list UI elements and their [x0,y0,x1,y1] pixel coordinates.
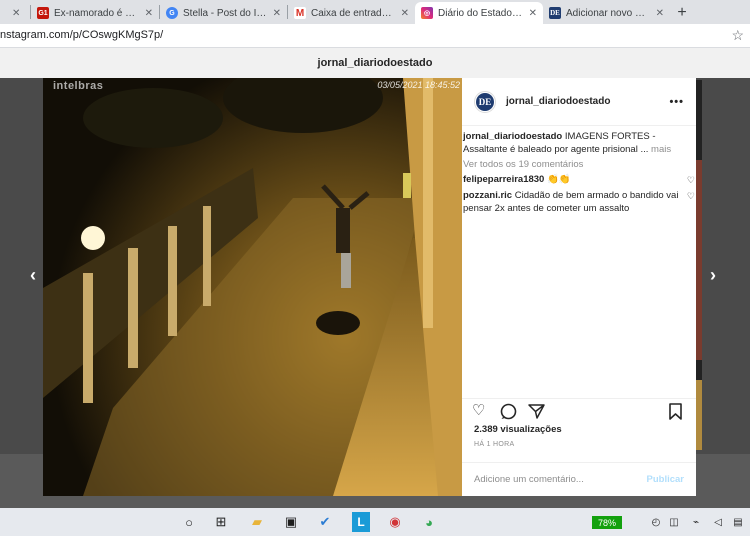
notification-icon[interactable]: ▤ [732,512,744,532]
google-favicon-icon: G [166,7,178,19]
tab-close-icon[interactable]: ✕ [529,8,537,19]
app-red-circle-icon[interactable]: ◉ [386,512,404,532]
background-post-thumbnail [696,160,702,360]
like-heart-icon[interactable]: ♡ [472,403,485,418]
store-icon[interactable]: ▣ [282,512,300,532]
post-details-panel: DE jornal_diariodoestado ••• jornal_diar… [462,78,696,496]
windows-taskbar: ○ ⊞ ▰ ▣ ✔ L ◉ ◕ 78% ◴ ◫ ⌁ ◁ ▤ [0,508,750,536]
tray-icon[interactable]: ⌁ [690,512,702,532]
save-bookmark-icon[interactable] [668,403,683,423]
avatar-logo: DE [476,92,494,111]
post-header: DE jornal_diariodoestado ••• [462,78,696,126]
tab-previous[interactable]: ✕ [0,2,30,24]
gmail-favicon-icon: M [294,7,306,19]
instagram-favicon-icon: ◎ [421,7,433,19]
share-paper-plane-icon[interactable] [528,403,545,423]
view-count: 2.389 visualizações [474,424,562,435]
de-favicon-icon: DE [549,7,561,19]
url-text[interactable]: nstagram.com/p/COswgKMgS7p/ [0,29,163,41]
bookmark-star-icon[interactable]: ☆ [731,27,744,44]
search-circle-icon[interactable]: ○ [180,512,198,532]
app-l-icon[interactable]: L [352,512,370,532]
tab-strip: ✕ G1 Ex-namorado é suspe ✕ G Stella - Po… [0,0,750,24]
profile-header-username: jornal_diariodoestado [0,48,750,78]
camera-brand-watermark: intelbras [53,80,104,92]
task-view-icon[interactable]: ⊞ [212,512,230,532]
tray-icon[interactable]: ◴ [650,512,662,532]
tab-title: Adicionar novo post ‹ [566,7,650,19]
post-username-link[interactable]: jornal_diariodoestado [506,96,669,107]
tab-title: Stella - Post do Instag [183,7,267,19]
next-post-arrow-icon[interactable]: › [710,265,716,286]
background-post-thumbnail [696,380,702,450]
new-tab-button[interactable]: + [670,2,694,24]
tab-close-icon[interactable]: ✕ [12,8,20,19]
like-comment-heart-icon[interactable]: ♡ [687,174,695,187]
caption-username-link[interactable]: jornal_diariodoestado [463,131,562,142]
todo-check-icon[interactable]: ✔ [316,512,334,532]
caption-more-link[interactable]: mais [648,144,671,155]
post-video[interactable]: intelbras 03/05/2021 18:45:52 [43,78,462,496]
caption: jornal_diariodoestado IMAGENS FORTES - A… [462,130,696,156]
view-all-comments-link[interactable]: Ver todos os 19 comentários [462,159,696,170]
address-bar[interactable]: nstagram.com/p/COswgKMgS7p/ ☆ [0,24,750,48]
g1-favicon-icon: G1 [37,7,49,19]
tab-close-icon[interactable]: ✕ [145,8,153,19]
tray-icon[interactable]: ◫ [668,512,680,532]
tab-close-icon[interactable]: ✕ [273,8,281,19]
volume-icon[interactable]: ◁ [712,512,724,532]
like-comment-heart-icon[interactable]: ♡ [687,190,695,203]
avatar[interactable]: DE [474,90,496,113]
tab-add-post[interactable]: DE Adicionar novo post ‹ ✕ [543,2,670,24]
tab-stella[interactable]: G Stella - Post do Instag ✕ [160,2,287,24]
tab-close-icon[interactable]: ✕ [656,8,664,19]
comment-username-link[interactable]: felipeparreira1830 [463,174,544,185]
camera-timestamp: 03/05/2021 18:45:52 [377,80,460,90]
battery-indicator[interactable]: 78% [592,516,622,529]
publish-button[interactable]: Publicar [647,474,685,485]
cctv-scene [43,78,462,496]
comment-bubble-icon[interactable] [500,403,517,423]
tab-gmail[interactable]: M Caixa de entrada (2.47 ✕ [288,2,415,24]
previous-post-arrow-icon[interactable]: ‹ [30,265,36,286]
file-explorer-icon[interactable]: ▰ [248,512,266,532]
post-time-ago: HÁ 1 HORA [474,441,515,448]
tab-close-icon[interactable]: ✕ [401,8,409,19]
add-comment-bar: Adicione um comentário... Publicar [462,462,696,496]
more-options-icon[interactable]: ••• [669,96,684,108]
tab-g1[interactable]: G1 Ex-namorado é suspe ✕ [31,2,159,24]
list-item: felipeparreira1830 👏👏 ♡ [462,173,696,186]
list-item: pozzani.ric Cidadão de bem armado o band… [462,189,696,215]
comment-username-link[interactable]: pozzani.ric [463,190,512,201]
tab-title: Ex-namorado é suspe [54,7,139,19]
tab-instagram[interactable]: ◎ Diário do Estado (@jo ✕ [415,2,543,24]
post-actions: ♡ [462,398,696,420]
comments-list: jornal_diariodoestado IMAGENS FORTES - A… [462,126,696,215]
chrome-icon[interactable]: ◕ [420,512,438,532]
tab-title: Caixa de entrada (2.47 [311,7,395,19]
comment-input[interactable]: Adicione um comentário... [474,474,647,485]
tab-title: Diário do Estado (@jo [438,7,523,19]
comment-text: 👏👏 [544,174,571,185]
